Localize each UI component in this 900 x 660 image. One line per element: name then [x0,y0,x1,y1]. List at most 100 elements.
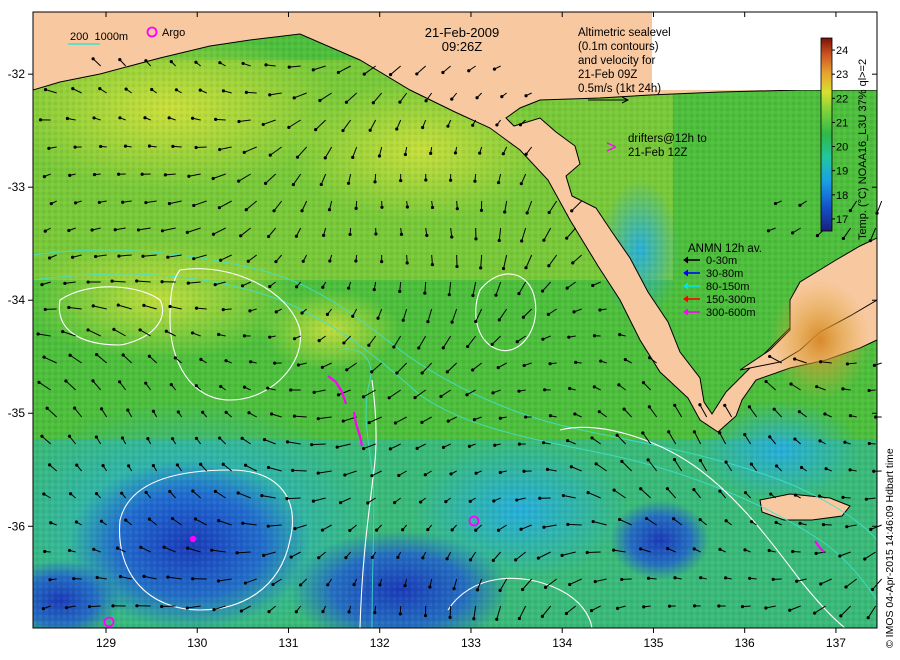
velocity-arrowhead [352,582,356,587]
velocity-arrowhead [568,582,572,587]
velocity-arrowhead [872,469,876,473]
velocity-arrowhead [589,608,594,613]
velocity-arrowhead [41,607,46,611]
velocity-arrowhead [515,498,519,502]
lon-tick-label: 130 [187,636,207,650]
velocity-arrowhead [117,254,121,258]
velocity-arrowhead [170,437,175,441]
velocity-arrowhead [823,412,827,416]
velocity-arrowhead [45,406,49,410]
drifter-symbol-icon: > [606,137,617,157]
velocity-arrowhead [771,577,775,581]
lat-tick-label: -33 [8,180,26,194]
velocity-arrowhead [136,228,141,232]
velocity-arrowhead [540,289,545,293]
velocity-arrowhead [311,499,315,503]
velocity-arrowhead [743,433,747,437]
velocity-arrowhead [585,550,589,555]
velocity-arrowhead [586,490,590,495]
velocity-arrowhead [48,463,52,467]
velocity-arrowhead [263,181,268,186]
velocity-arrowhead [845,362,850,366]
velocity-arrowhead [237,119,241,124]
altimetry-line-3: and velocity for [578,55,656,67]
image-date: 21-Feb-2009 [425,25,499,40]
velocity-arrowhead [124,87,128,91]
velocity-arrowhead [191,116,195,120]
velocity-arrowhead [260,494,264,498]
velocity-arrowhead [519,527,523,531]
velocity-arrowhead [151,463,155,468]
velocity-arrowhead [167,116,171,120]
velocity-arrowhead [335,445,339,449]
velocity-arrowhead [723,403,727,407]
velocity-arrowhead [692,488,696,492]
velocity-arrowhead [824,467,828,471]
velocity-arrowhead [43,229,47,233]
velocity-arrowhead [378,583,382,587]
velocity-arrowhead [641,381,646,385]
velocity-arrowhead [348,528,352,533]
velocity-arrowhead [75,463,79,467]
velocity-arrow [89,605,101,608]
velocity-arrowhead [773,201,778,206]
velocity-arrowhead [747,405,752,409]
velocity-arrowhead [405,261,409,265]
velocity-arrowhead [141,254,145,258]
velocity-arrowhead [217,332,221,337]
velocity-arrowhead [92,173,97,177]
velocity-arrowhead [169,60,173,64]
velocity-arrowhead [388,447,393,451]
anmn-legend-label: 30-80m [706,268,743,280]
velocity-arrowhead [445,557,449,561]
velocity-arrowhead [319,182,323,187]
velocity-arrowhead [285,497,289,501]
velocity-arrow [567,523,582,526]
velocity-arrowhead [291,182,295,187]
velocity-arrowhead [300,311,304,315]
velocity-arrowhead [247,411,251,415]
lon-tick-label: 134 [552,636,572,650]
anmn-legend-title: ANMN 12h av. [688,243,762,255]
velocity-arrowhead [767,548,771,553]
velocity-arrowhead [450,235,454,239]
velocity-arrowhead [217,206,221,210]
velocity-arrowhead [73,201,78,205]
velocity-arrowhead [192,257,196,261]
velocity-arrowhead [224,359,228,363]
velocity-arrowhead [160,604,164,609]
velocity-arrowhead [147,354,151,358]
velocity-arrowhead [496,528,501,532]
velocity-arrowhead [839,614,843,618]
velocity-arrowhead [243,581,248,585]
velocity-arrowhead [144,381,148,385]
velocity-arrowhead [320,365,324,369]
velocity-arrowhead [547,210,551,215]
velocity-arrowhead [519,182,523,186]
velocity-arrowhead [791,231,795,235]
velocity-arrowhead [647,405,651,409]
velocity-arrowhead [692,604,697,608]
velocity-arrowhead [120,491,124,495]
velocity-arrowhead [214,117,218,121]
velocity-arrowhead [545,467,550,471]
velocity-arrowhead [99,519,104,523]
velocity-arrowhead [612,488,616,492]
velocity-arrowhead [190,331,195,335]
velocity-arrowhead [867,388,871,393]
velocity-arrowhead [426,528,430,532]
velocity-arrowhead [285,440,290,444]
velocity-arrowhead [618,333,622,337]
velocity-arrowhead [194,306,199,310]
velocity-arrowhead [374,232,378,236]
velocity-arrowhead [199,357,203,361]
velocity-arrowhead [403,152,407,157]
velocity-arrowhead [620,577,624,582]
velocity-arrowhead [42,492,46,496]
colorbar-tick-label: 20 [836,142,848,154]
velocity-arrowhead [568,386,572,391]
velocity-arrowhead [522,363,526,368]
velocity-arrowhead [74,520,79,524]
velocity-arrowhead [692,547,696,551]
velocity-arrowhead [764,379,768,384]
